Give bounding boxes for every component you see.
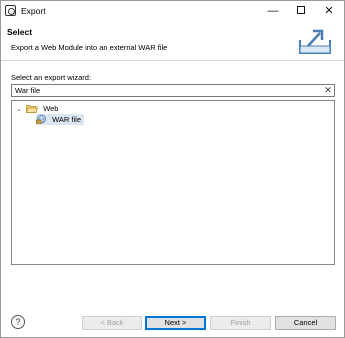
eclipse-app-icon bbox=[5, 5, 16, 16]
tree-node-web-label: Web bbox=[43, 104, 59, 113]
minimize-button[interactable]: — bbox=[259, 1, 287, 21]
war-file-icon bbox=[36, 114, 46, 125]
page-description: Export a Web Module into an external WAR… bbox=[11, 43, 168, 52]
wizard-header: Select Export a Web Module into an exter… bbox=[1, 21, 344, 61]
finish-button[interactable]: Finish bbox=[210, 316, 271, 330]
wizard-body: Select an export wizard: ✕ ⌄ Web WAR fil… bbox=[1, 62, 344, 304]
title-bar: Export — ✕ bbox=[1, 1, 344, 21]
expand-chevron-icon[interactable]: ⌄ bbox=[16, 104, 24, 115]
cancel-button[interactable]: Cancel bbox=[275, 316, 336, 330]
wizard-filter-input[interactable] bbox=[11, 84, 335, 97]
close-button[interactable]: ✕ bbox=[315, 1, 343, 21]
folder-open-icon bbox=[26, 104, 39, 113]
back-button[interactable]: < Back bbox=[82, 316, 142, 330]
tree-node-war-file-label: WAR file bbox=[52, 115, 81, 124]
export-banner-icon bbox=[299, 29, 331, 54]
maximize-button[interactable] bbox=[287, 1, 315, 21]
clear-filter-icon[interactable]: ✕ bbox=[323, 85, 333, 96]
maximize-icon bbox=[297, 6, 305, 15]
wizard-tree[interactable]: ⌄ Web WAR file bbox=[11, 100, 335, 265]
export-dialog: Export — ✕ Select Export a Web Module in… bbox=[0, 0, 345, 338]
page-title: Select bbox=[7, 27, 33, 37]
tree-node-web[interactable]: ⌄ Web bbox=[16, 103, 58, 114]
next-button[interactable]: Next > bbox=[145, 316, 206, 330]
help-button[interactable]: ? bbox=[11, 315, 25, 329]
button-bar: ? < Back Next > Finish Cancel bbox=[1, 305, 344, 337]
wizard-select-label: Select an export wizard: bbox=[11, 73, 92, 82]
tree-node-war-file[interactable]: WAR file bbox=[36, 114, 84, 125]
window-title: Export bbox=[21, 6, 46, 16]
